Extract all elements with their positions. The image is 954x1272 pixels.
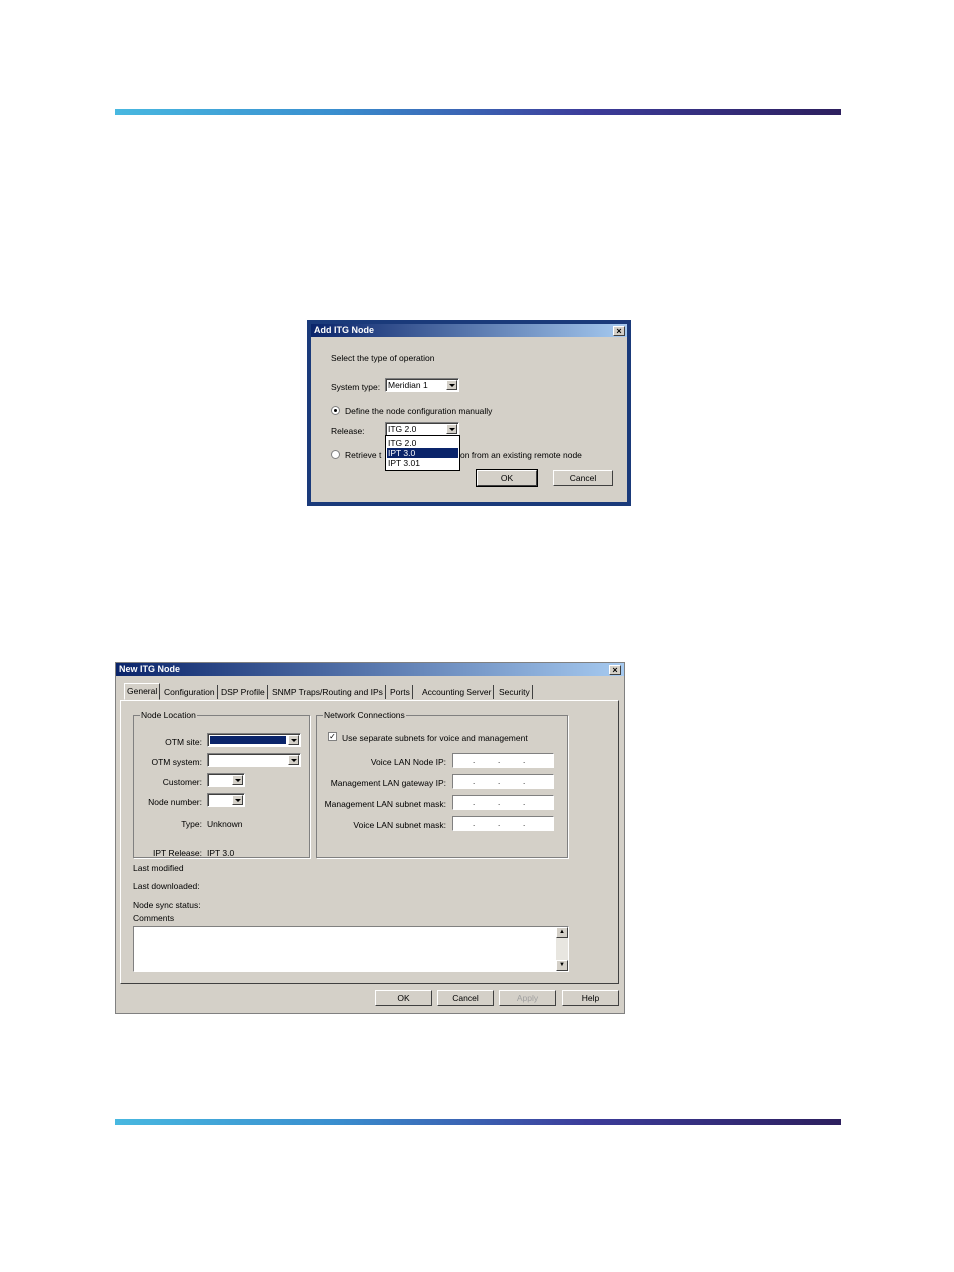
tab-strip: General Configuration DSP Profile SNMP T…	[124, 683, 624, 701]
ok-button[interactable]: OK	[476, 469, 538, 487]
customer-select[interactable]	[207, 773, 245, 787]
new-itg-node-dialog: New ITG Node × General Configuration DSP…	[115, 662, 625, 1014]
radio-define-manually-label: Define the node configuration manually	[345, 406, 493, 416]
system-type-select[interactable]: Meridian 1	[385, 378, 459, 392]
radio-retrieve[interactable]	[331, 450, 340, 459]
release-option-selected[interactable]: IPT 3.0	[387, 448, 458, 458]
chevron-down-icon[interactable]	[446, 424, 457, 434]
cancel-button[interactable]: Cancel	[437, 990, 494, 1006]
comments-scrollbar[interactable]: ▲ ▼	[556, 927, 568, 971]
mgmt-subnet-label: Management LAN subnet mask:	[324, 799, 446, 809]
tab-ports[interactable]: Ports	[388, 685, 413, 699]
node-location-group: Node Location OTM site: OTM system: Cust…	[133, 710, 310, 858]
tab-panel: Node Location OTM site: OTM system: Cust…	[120, 700, 619, 984]
customer-label: Customer:	[162, 777, 202, 787]
last-modified-label: Last modified	[133, 863, 184, 873]
comments-textarea[interactable]: ▲ ▼	[133, 926, 569, 972]
network-connections-group: Network Connections ✓ Use separate subne…	[316, 710, 568, 858]
chevron-down-icon[interactable]	[288, 735, 299, 745]
apply-button[interactable]: Apply	[499, 990, 556, 1006]
close-icon[interactable]: ×	[609, 665, 621, 675]
node-number-select[interactable]	[207, 793, 245, 807]
add-itg-node-dialog: Add ITG Node × Select the type of operat…	[307, 320, 631, 506]
ok-button[interactable]: OK	[375, 990, 432, 1006]
otm-system-select[interactable]	[207, 753, 301, 767]
footer-rule	[115, 1119, 841, 1125]
scroll-down-icon[interactable]: ▼	[556, 960, 568, 971]
radio-define-manually[interactable]	[331, 406, 340, 415]
system-type-label: System type:	[331, 382, 381, 392]
scroll-up-icon[interactable]: ▲	[556, 927, 568, 938]
mgmt-gateway-label: Management LAN gateway IP:	[330, 778, 446, 788]
mgmt-gateway-field[interactable]: ...	[452, 774, 554, 789]
voice-subnet-label: Voice LAN subnet mask:	[353, 820, 446, 830]
radio-retrieve-label-end: on from an existing remote node	[460, 450, 582, 460]
node-number-label: Node number:	[148, 797, 202, 807]
type-label: Type:	[181, 819, 202, 829]
otm-system-label: OTM system:	[151, 757, 202, 767]
use-separate-subnets-label: Use separate subnets for voice and manag…	[342, 733, 528, 743]
tab-configuration[interactable]: Configuration	[162, 685, 218, 699]
operation-instruction: Select the type of operation	[331, 353, 435, 363]
tab-snmp-traps[interactable]: SNMP Traps/Routing and IPs	[270, 685, 386, 699]
otm-site-select[interactable]	[207, 733, 301, 747]
release-option[interactable]: IPT 3.01	[387, 458, 458, 468]
chevron-down-icon[interactable]	[288, 755, 299, 765]
release-option[interactable]: ITG 2.0	[387, 438, 458, 448]
network-connections-title: Network Connections	[323, 710, 406, 720]
tab-dsp-profile[interactable]: DSP Profile	[219, 685, 268, 699]
ipt-release-label: IPT Release:	[153, 848, 202, 858]
use-separate-subnets-checkbox[interactable]: ✓	[328, 732, 337, 741]
add-dialog-titlebar: Add ITG Node ×	[311, 324, 627, 337]
voice-subnet-field[interactable]: ...	[452, 816, 554, 831]
close-icon[interactable]: ×	[613, 326, 625, 336]
node-sync-label: Node sync status:	[133, 900, 201, 910]
release-dropdown-list: ITG 2.0 IPT 3.0 IPT 3.01	[385, 435, 460, 471]
cancel-button[interactable]: Cancel	[553, 470, 613, 486]
voice-lan-ip-label: Voice LAN Node IP:	[370, 757, 446, 767]
header-rule	[115, 109, 841, 115]
help-button[interactable]: Help	[562, 990, 619, 1006]
chevron-down-icon[interactable]	[232, 795, 243, 805]
tab-security[interactable]: Security	[497, 685, 533, 699]
node-location-title: Node Location	[140, 710, 197, 720]
otm-site-selection	[210, 736, 286, 744]
release-value: ITG 2.0	[388, 424, 417, 434]
mgmt-subnet-field[interactable]: ...	[452, 795, 554, 810]
voice-lan-ip-field[interactable]: ...	[452, 753, 554, 768]
new-dialog-titlebar: New ITG Node ×	[116, 663, 624, 676]
radio-retrieve-label-start: Retrieve t	[345, 450, 382, 460]
new-dialog-title: New ITG Node	[119, 664, 181, 674]
last-downloaded-label: Last downloaded:	[133, 881, 200, 891]
chevron-down-icon[interactable]	[446, 380, 457, 390]
type-value: Unknown	[207, 819, 243, 829]
comments-label: Comments	[133, 913, 175, 923]
tab-general[interactable]: General	[124, 683, 161, 700]
chevron-down-icon[interactable]	[232, 775, 243, 785]
otm-site-label: OTM site:	[165, 737, 202, 747]
ipt-release-value: IPT 3.0	[207, 848, 235, 858]
tab-accounting-server[interactable]: Accounting Server	[420, 685, 495, 699]
system-type-value: Meridian 1	[388, 380, 428, 390]
release-select[interactable]: ITG 2.0	[385, 422, 459, 436]
release-label: Release:	[331, 426, 365, 436]
add-dialog-title: Add ITG Node	[314, 325, 374, 335]
